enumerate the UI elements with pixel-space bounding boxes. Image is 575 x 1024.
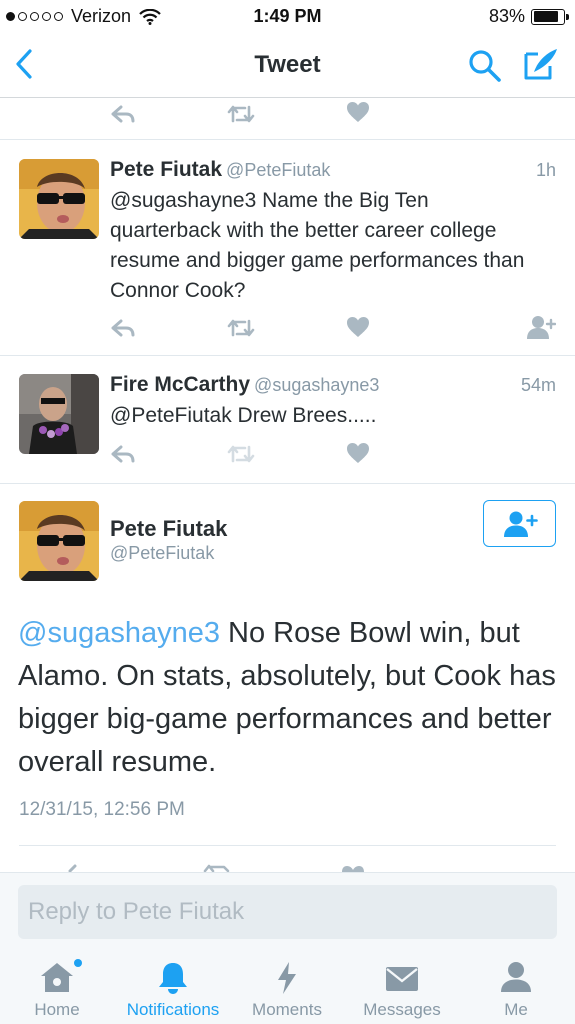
- tweet-text: @PeteFiutak Drew Brees.....: [110, 404, 377, 427]
- retweet-action[interactable]: [226, 318, 256, 338]
- compose-button[interactable]: [522, 46, 560, 82]
- tab-notifications[interactable]: Notifications: [116, 950, 230, 1024]
- envelope-icon: [386, 967, 418, 991]
- like-action[interactable]: [346, 101, 370, 123]
- bell-icon: [159, 963, 187, 994]
- author-name[interactable]: Fire McCarthy: [110, 373, 250, 396]
- author-handle[interactable]: @PeteFiutak: [226, 160, 330, 180]
- heart-icon: [347, 443, 369, 463]
- author-line: Pete Fiutak @PeteFiutak: [110, 158, 330, 182]
- tweet-timestamp: 1h: [535, 160, 556, 180]
- add-person-icon: [503, 511, 538, 537]
- follow-action[interactable]: [526, 314, 556, 340]
- retweet-action[interactable]: [226, 444, 256, 464]
- heart-icon: [347, 317, 369, 337]
- tweet-text: @sugashayne3 No Rose Bowl win, but Alamo…: [18, 612, 563, 784]
- nav-bar: Tweet: [0, 32, 575, 98]
- author-line: Fire McCarthy @sugashayne3: [110, 373, 379, 397]
- reply-icon: [111, 105, 135, 123]
- retweet-action[interactable]: [226, 104, 256, 124]
- reply-input[interactable]: [18, 885, 557, 939]
- retweet-icon: [227, 105, 255, 123]
- avatar[interactable]: [19, 501, 99, 581]
- reply-action[interactable]: [110, 318, 136, 338]
- status-bar: Verizon 1:49 PM 83%: [0, 0, 575, 32]
- tweet-timestamp: 54m: [520, 375, 556, 395]
- like-action[interactable]: [346, 442, 370, 464]
- heart-icon: [347, 102, 369, 122]
- tab-home[interactable]: Home: [14, 950, 100, 1024]
- tab-me[interactable]: Me: [476, 950, 556, 1024]
- retweet-icon: [227, 319, 255, 337]
- mention-link[interactable]: @sugashayne3: [18, 617, 220, 649]
- tab-label: Moments: [252, 1000, 322, 1019]
- author-handle[interactable]: @PeteFiutak: [110, 543, 214, 564]
- home-icon: [41, 963, 73, 992]
- search-button[interactable]: [467, 48, 503, 84]
- reply-tweet[interactable]: Pete Fiutak @PeteFiutak 1h @sugashayne3 N…: [0, 140, 575, 356]
- person-icon: [501, 962, 531, 992]
- reply-tweet[interactable]: Fire McCarthy @sugashayne3 54m @PeteFiuta…: [0, 356, 575, 484]
- compose-icon: [524, 49, 557, 80]
- avatar[interactable]: [19, 159, 99, 239]
- tab-moments[interactable]: Moments: [244, 950, 330, 1024]
- author-handle[interactable]: @sugashayne3: [254, 375, 379, 395]
- tab-label: Messages: [363, 1000, 441, 1019]
- tab-messages[interactable]: Messages: [356, 950, 448, 1024]
- notification-dot: [74, 959, 82, 967]
- tab-label: Me: [504, 1000, 528, 1019]
- avatar[interactable]: [19, 374, 99, 454]
- tweet-date: 12/31/15, 12:56 PM: [19, 799, 185, 820]
- follow-button[interactable]: [483, 500, 556, 547]
- like-action[interactable]: [346, 316, 370, 338]
- previous-tweet-actions: [0, 98, 575, 140]
- tab-bar: Home Notifications Moments Messages Me: [0, 950, 575, 1024]
- battery-status: 83%: [488, 6, 569, 27]
- author-name[interactable]: Pete Fiutak: [110, 158, 222, 181]
- search-icon: [469, 50, 501, 82]
- reply-bar: [0, 872, 575, 950]
- add-person-icon: [527, 316, 556, 339]
- reply-icon: [111, 445, 135, 463]
- reply-icon: [111, 319, 135, 337]
- reply-action[interactable]: [110, 444, 136, 464]
- author-name[interactable]: Pete Fiutak: [110, 516, 227, 542]
- tab-label: Notifications: [126, 1000, 220, 1019]
- tweet-text: @sugashayne3 Name the Big Ten quarterbac…: [110, 189, 525, 302]
- tab-label: Home: [34, 1000, 80, 1019]
- retweet-icon: [227, 445, 255, 463]
- lightning-icon: [278, 962, 296, 994]
- battery-percent: 83%: [488, 6, 525, 26]
- battery-icon: [531, 8, 569, 25]
- divider: [19, 845, 556, 846]
- reply-action[interactable]: [110, 104, 136, 124]
